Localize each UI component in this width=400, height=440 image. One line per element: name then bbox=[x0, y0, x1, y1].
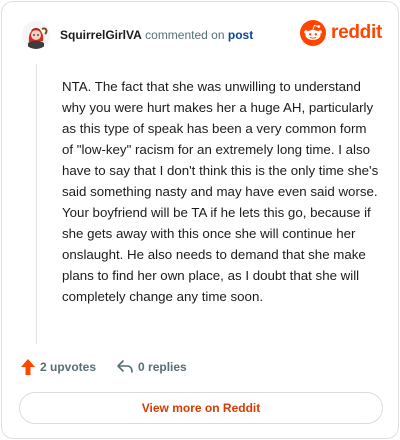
upvote-arrow-icon bbox=[21, 359, 35, 375]
upvotes-count: 2 upvotes bbox=[40, 360, 97, 374]
reddit-logo[interactable]: reddit bbox=[300, 20, 382, 46]
comment-header: SquirrelGirlVA commented on post reddit bbox=[22, 20, 382, 50]
comment-stats: 2 upvotes 0 replies bbox=[20, 358, 187, 376]
comment-body: NTA. The fact that she was unwilling to … bbox=[62, 79, 379, 304]
reddit-alien-icon bbox=[300, 20, 327, 46]
action-text: commented on bbox=[145, 28, 225, 42]
view-more-button[interactable]: View more on Reddit bbox=[19, 392, 383, 424]
reddit-wordmark: reddit bbox=[331, 22, 382, 43]
thread-line bbox=[36, 64, 37, 344]
comment-meta: SquirrelGirlVA commented on post bbox=[60, 27, 253, 43]
replies-count: 0 replies bbox=[138, 360, 187, 374]
post-link[interactable]: post bbox=[228, 28, 253, 42]
reddit-comment-card: SquirrelGirlVA commented on post reddit … bbox=[1, 1, 399, 439]
upvotes-stat[interactable]: 2 upvotes bbox=[20, 358, 96, 376]
replies-stat[interactable]: 0 replies bbox=[116, 359, 187, 375]
username-link[interactable]: SquirrelGirlVA bbox=[60, 28, 142, 42]
reply-icon bbox=[117, 360, 133, 373]
squirrel-avatar-icon[interactable] bbox=[22, 21, 50, 49]
